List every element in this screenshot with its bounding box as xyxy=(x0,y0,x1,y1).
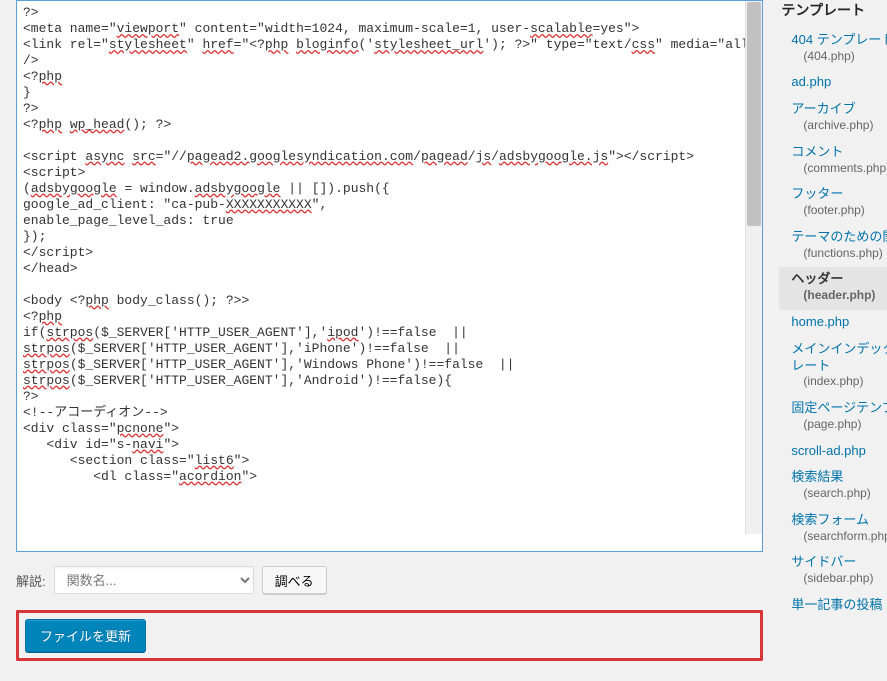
template-link[interactable]: 固定ページテンプレー xyxy=(791,400,887,417)
template-filename: (sidebar.php) xyxy=(791,571,887,587)
scroll-thumb[interactable] xyxy=(747,2,761,226)
template-item[interactable]: 検索結果(search.php) xyxy=(779,465,887,507)
code-line: <section class="list6"> xyxy=(23,453,756,469)
code-line: </head> xyxy=(23,261,756,277)
theme-file-editor[interactable]: ?><meta name="viewport" content="width=1… xyxy=(16,0,763,552)
template-link[interactable]: home.php xyxy=(791,314,887,331)
template-filename: (functions.php) xyxy=(791,246,887,262)
code-line: if(strpos($_SERVER['HTTP_USER_AGENT'],'i… xyxy=(23,325,756,341)
submit-highlight-box: ファイルを更新 xyxy=(16,610,763,661)
template-filename: (footer.php) xyxy=(791,203,887,219)
template-link[interactable]: テーマのための関数 xyxy=(791,229,887,246)
template-link[interactable]: 404 テンプレート xyxy=(791,32,887,49)
code-line: ?> xyxy=(23,5,756,21)
template-item[interactable]: フッター(footer.php) xyxy=(779,182,887,224)
lookup-button[interactable]: 調べる xyxy=(262,566,327,594)
template-link[interactable]: フッター xyxy=(791,186,887,203)
code-line: ?> xyxy=(23,101,756,117)
code-line: <link rel="stylesheet" href="<?php blogi… xyxy=(23,37,756,53)
code-line: google_ad_client: "ca-pub-XXXXXXXXXXX", xyxy=(23,197,756,213)
template-link[interactable]: サイドバー xyxy=(791,554,887,571)
template-link[interactable]: 単一記事の投稿 xyxy=(791,597,887,614)
template-item[interactable]: コメント(comments.php) xyxy=(779,140,887,182)
template-filename: (archive.php) xyxy=(791,118,887,134)
code-line xyxy=(23,277,756,293)
template-item[interactable]: ad.php xyxy=(779,70,887,97)
template-name: ヘッダー xyxy=(791,271,887,288)
code-line: <?php wp_head(); ?> xyxy=(23,117,756,133)
code-line: <?php xyxy=(23,309,756,325)
template-link[interactable]: scroll-ad.php xyxy=(791,443,887,460)
templates-heading: テンプレート xyxy=(779,0,887,20)
code-line: <meta name="viewport" content="width=102… xyxy=(23,21,756,37)
editor-scrollbar[interactable] xyxy=(745,1,762,534)
template-link[interactable]: 検索結果 xyxy=(791,469,887,486)
code-line: strpos($_SERVER['HTTP_USER_AGENT'],'Wind… xyxy=(23,357,756,373)
template-filename: (search.php) xyxy=(791,486,887,502)
template-filename: (searchform.php) xyxy=(791,529,887,545)
template-link[interactable]: コメント xyxy=(791,144,887,161)
template-item[interactable]: アーカイブ(archive.php) xyxy=(779,97,887,139)
template-item[interactable]: テーマのための関数(functions.php) xyxy=(779,225,887,267)
template-item[interactable]: メインインデックスのレート(index.php) xyxy=(779,337,887,396)
code-line: <script> xyxy=(23,165,756,181)
update-file-button[interactable]: ファイルを更新 xyxy=(25,619,146,652)
code-line: <?php xyxy=(23,69,756,85)
code-line: enable_page_level_ads: true xyxy=(23,213,756,229)
code-line: <dl class="acordion"> xyxy=(23,469,756,485)
template-item[interactable]: home.php xyxy=(779,310,887,337)
code-line: <!--アコーディオン--> xyxy=(23,405,756,421)
template-filename: (index.php) xyxy=(791,374,887,390)
code-line: <script async src="//pagead2.googlesyndi… xyxy=(23,149,756,165)
template-item[interactable]: サイドバー(sidebar.php) xyxy=(779,550,887,592)
template-item[interactable]: scroll-ad.php xyxy=(779,439,887,466)
template-link[interactable]: ad.php xyxy=(791,74,887,91)
code-line: <body <?php body_class(); ?>> xyxy=(23,293,756,309)
template-item[interactable]: ヘッダー(header.php) xyxy=(779,267,887,309)
template-list: 404 テンプレート(404.php) ad.php アーカイブ(archive.p… xyxy=(779,28,887,620)
lookup-label: 解説: xyxy=(16,571,46,590)
code-line: <div class="pcnone"> xyxy=(23,421,756,437)
template-item[interactable]: 404 テンプレート(404.php) xyxy=(779,28,887,70)
code-line: }); xyxy=(23,229,756,245)
template-item[interactable]: 単一記事の投稿 xyxy=(779,593,887,620)
template-link[interactable]: メインインデックスのレート xyxy=(791,341,887,375)
template-item[interactable]: 検索フォーム(searchform.php) xyxy=(779,508,887,550)
code-line: </script> xyxy=(23,245,756,261)
code-line: (adsbygoogle = window.adsbygoogle || [])… xyxy=(23,181,756,197)
code-line: strpos($_SERVER['HTTP_USER_AGENT'],'Andr… xyxy=(23,373,756,389)
code-line: <div id="s-navi"> xyxy=(23,437,756,453)
template-filename: (comments.php) xyxy=(791,161,887,177)
template-filename: (404.php) xyxy=(791,49,887,65)
code-line: /> xyxy=(23,53,756,69)
function-lookup-select[interactable]: 関数名... xyxy=(54,566,254,594)
template-link[interactable]: アーカイブ xyxy=(791,101,887,118)
code-line xyxy=(23,133,756,149)
template-filename: (header.php) xyxy=(791,288,887,304)
template-filename: (page.php) xyxy=(791,417,887,433)
code-line: ?> xyxy=(23,389,756,405)
code-line: } xyxy=(23,85,756,101)
template-item[interactable]: 固定ページテンプレー(page.php) xyxy=(779,396,887,438)
template-link[interactable]: 検索フォーム xyxy=(791,512,887,529)
code-line: strpos($_SERVER['HTTP_USER_AGENT'],'iPho… xyxy=(23,341,756,357)
